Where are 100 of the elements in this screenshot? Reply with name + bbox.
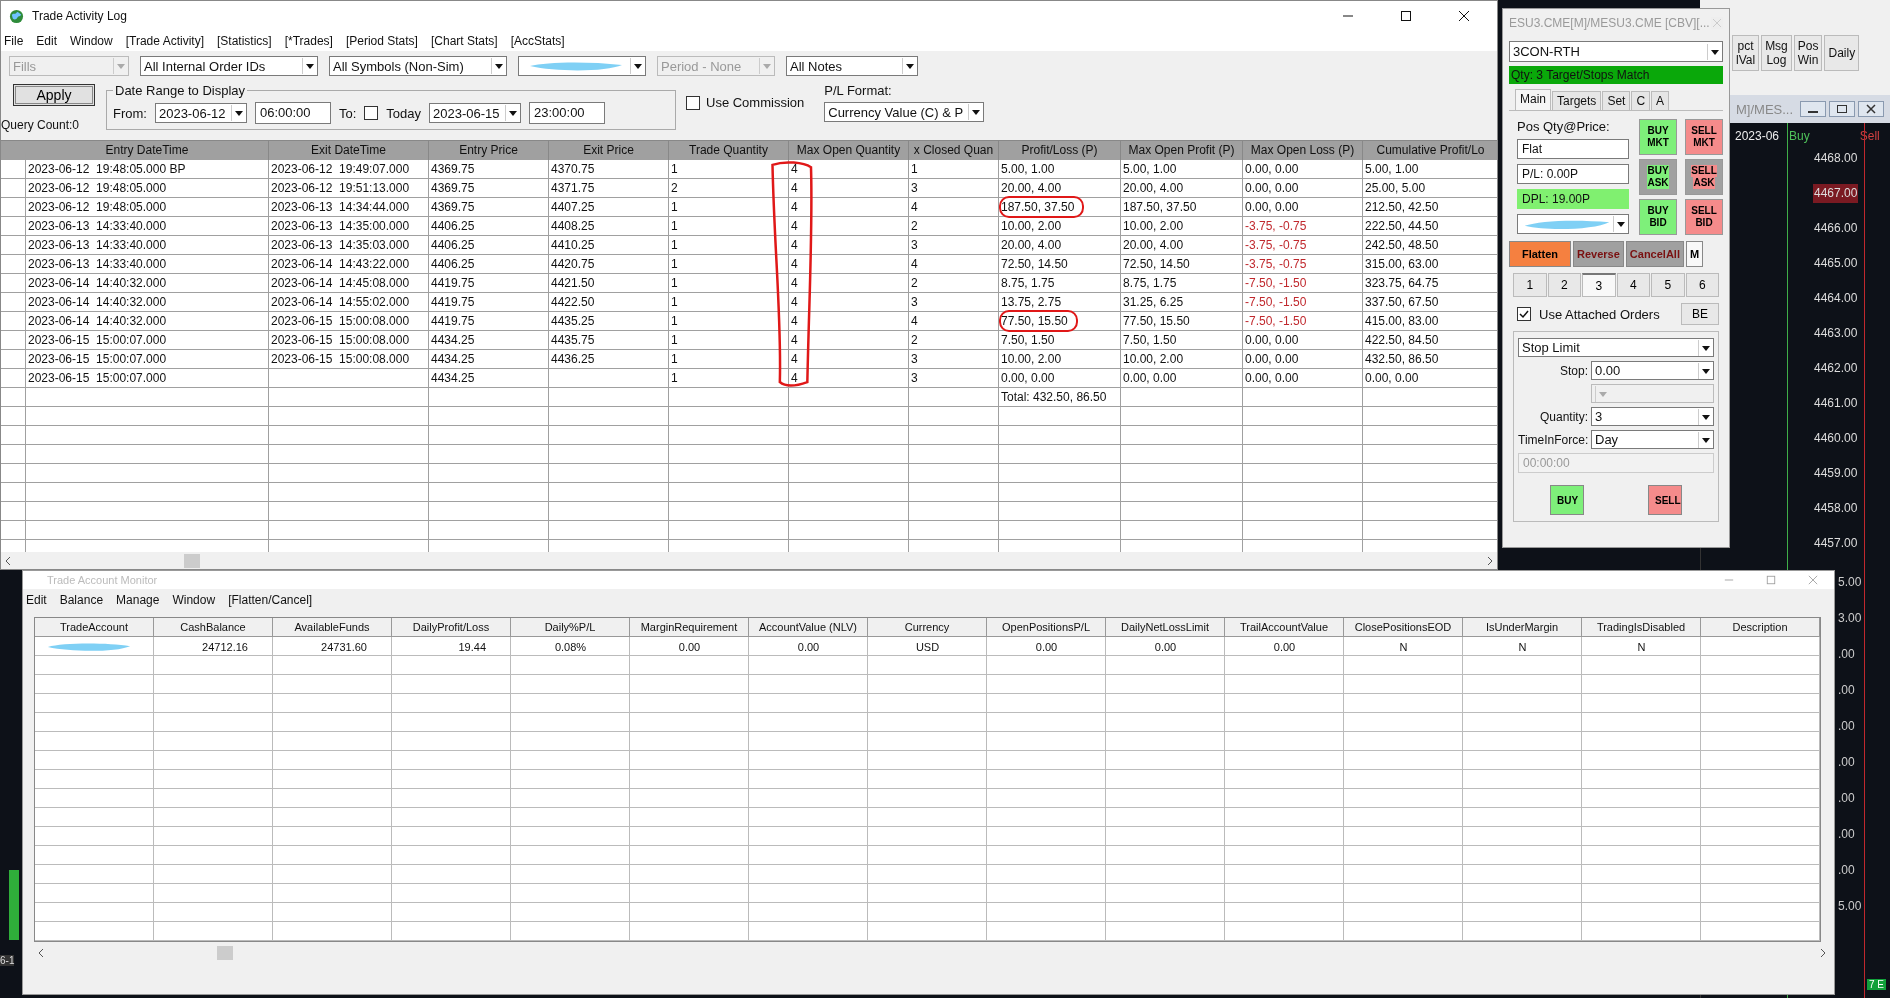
action-button[interactable]: M: [1685, 241, 1704, 267]
close-icon[interactable]: [1458, 10, 1470, 22]
column-header[interactable]: IsUnderMargin: [1463, 618, 1582, 637]
from-time-field[interactable]: 06:00:00: [254, 102, 331, 124]
column-header[interactable]: AvailableFunds: [273, 618, 392, 637]
scroll-left-icon[interactable]: [37, 947, 45, 958]
menu-item[interactable]: Balance: [59, 593, 104, 607]
toolbar-button[interactable]: Pos Win: [1793, 35, 1823, 71]
table-cell-text: 2023-06-15 15:00:08.000: [271, 332, 410, 349]
sell-button[interactable]: SELL: [1648, 485, 1682, 515]
quantity-preset-button[interactable]: 1: [1513, 273, 1547, 297]
apply-button[interactable]: Apply: [13, 84, 95, 106]
column-header[interactable]: CashBalance: [154, 618, 273, 637]
table-cell-text: 4: [791, 256, 798, 273]
table-cell-text: 2023-06-15 15:00:07.000: [28, 370, 167, 387]
scroll-thumb[interactable]: [184, 553, 200, 568]
column-header[interactable]: OpenPositionsP/L: [987, 618, 1106, 637]
commission-checkbox[interactable]: [686, 95, 700, 110]
menu-item[interactable]: [AccStats]: [510, 34, 565, 48]
trade-button[interactable]: SELL MKT: [1685, 119, 1723, 155]
column-header[interactable]: TradeAccount: [35, 618, 154, 637]
position-field: Flat: [1517, 139, 1629, 159]
scroll-thumb[interactable]: [217, 945, 233, 960]
trade-button[interactable]: SELL ASK: [1685, 159, 1723, 195]
quantity-preset-button[interactable]: 5: [1651, 273, 1685, 297]
column-header[interactable]: Daily%P/L: [511, 618, 630, 637]
to-date-dropdown[interactable]: 2023-06-15: [429, 103, 521, 123]
table-cell-text: 0.00, 0.00: [1245, 180, 1299, 197]
close-icon[interactable]: [1858, 101, 1885, 117]
from-date-dropdown[interactable]: 2023-06-12: [154, 103, 247, 123]
to-time-field[interactable]: 23:00:00: [529, 102, 605, 124]
trade-button[interactable]: SELL BID: [1685, 199, 1723, 235]
stop-dropdown[interactable]: 0.00: [1591, 361, 1714, 380]
toolbar-button[interactable]: Daily: [1824, 35, 1860, 71]
minimize-icon[interactable]: [1800, 101, 1827, 117]
menu-item[interactable]: Window: [70, 34, 113, 48]
column-header[interactable]: ClosePositionsEOD: [1344, 618, 1463, 637]
column-header[interactable]: DailyProfit/Loss: [392, 618, 511, 637]
quantity-preset-button[interactable]: 6: [1685, 273, 1719, 297]
quantity-preset-button[interactable]: 4: [1616, 273, 1650, 297]
column-header[interactable]: AccountValue (NLV): [749, 618, 868, 637]
filter-dropdown[interactable]: All Notes: [786, 56, 918, 76]
maximize-icon[interactable]: [1400, 10, 1412, 22]
quantity-preset-button[interactable]: 2: [1547, 273, 1581, 297]
tab[interactable]: Targets: [1552, 91, 1602, 110]
tab[interactable]: C: [1631, 91, 1651, 110]
trade-button[interactable]: BUY MKT: [1639, 119, 1677, 155]
account-dropdown[interactable]: [1517, 214, 1629, 234]
today-checkbox[interactable]: [364, 106, 379, 120]
buy-button[interactable]: BUY: [1550, 485, 1584, 515]
breakeven-button[interactable]: BE: [1681, 303, 1719, 325]
table-cell-text: 1: [671, 237, 678, 254]
table-cell-text: 4406.25: [431, 237, 475, 254]
tab[interactable]: Set: [1602, 91, 1631, 110]
quantity-preset-button[interactable]: 3: [1582, 273, 1616, 297]
tab[interactable]: A: [1651, 91, 1670, 110]
table-cell-text: 0.00, 0.00: [1001, 370, 1055, 387]
attached-orders-checkbox[interactable]: [1517, 307, 1531, 321]
table-cell-text: 315.00, 63.00: [1365, 256, 1439, 273]
tab[interactable]: Main: [1515, 89, 1551, 110]
menu-item[interactable]: Manage: [116, 593, 160, 607]
column-header[interactable]: MarginRequirement: [630, 618, 749, 637]
table-cell-text: 2023-06-13 14:33:40.000: [28, 218, 167, 235]
toolbar-button[interactable]: Msg Log: [1761, 35, 1792, 71]
action-button[interactable]: CancelAll: [1625, 241, 1684, 267]
table-cell-text: 4406.25: [431, 256, 475, 273]
time-in-force-dropdown[interactable]: Day: [1591, 430, 1714, 449]
maximize-icon[interactable]: [1829, 101, 1856, 117]
filter-dropdown[interactable]: [518, 56, 646, 76]
menu-item[interactable]: Edit: [26, 593, 47, 607]
scroll-right-icon[interactable]: [1486, 555, 1494, 566]
menu-item[interactable]: [Period Stats]: [345, 34, 418, 48]
order-type-dropdown[interactable]: Stop Limit: [1518, 338, 1714, 357]
menu-item[interactable]: [Chart Stats]: [430, 34, 498, 48]
trade-button[interactable]: BUY ASK: [1639, 159, 1677, 195]
trade-button[interactable]: BUY BID: [1639, 199, 1677, 235]
filter-dropdown[interactable]: All Symbols (Non-Sim): [329, 56, 507, 76]
action-button[interactable]: Reverse: [1573, 241, 1624, 267]
column-header[interactable]: Description: [1701, 618, 1820, 637]
column-header[interactable]: TrailAccountValue: [1225, 618, 1344, 637]
column-header[interactable]: DailyNetLossLimit: [1106, 618, 1225, 637]
pl-format-dropdown[interactable]: Currency Value (C) & P: [824, 102, 985, 122]
toolbar-button[interactable]: pct lVal: [1732, 35, 1760, 71]
menu-item[interactable]: Edit: [36, 34, 58, 48]
column-header[interactable]: TradingIsDisabled: [1582, 618, 1701, 637]
menu-item[interactable]: [*Trades]: [284, 34, 333, 48]
column-header[interactable]: Currency: [868, 618, 987, 637]
menu-item[interactable]: Window: [172, 593, 216, 607]
menu-item[interactable]: File: [4, 34, 24, 48]
table-cell-text: 2023-06-15 15:00:08.000: [271, 313, 410, 330]
price-label: 4468.00: [1813, 150, 1859, 167]
config-dropdown[interactable]: 3CON-RTH: [1509, 41, 1723, 62]
menu-item[interactable]: [Flatten/Cancel]: [228, 593, 313, 607]
menu-item[interactable]: [Statistics]: [216, 34, 272, 48]
quantity-dropdown[interactable]: 3: [1591, 407, 1714, 426]
menu-item[interactable]: [Trade Activity]: [125, 34, 204, 48]
scroll-right-icon[interactable]: [1819, 947, 1827, 958]
filter-dropdown[interactable]: All Internal Order IDs: [140, 56, 318, 76]
scroll-left-icon[interactable]: [4, 555, 12, 566]
action-button[interactable]: Flatten: [1509, 241, 1571, 267]
